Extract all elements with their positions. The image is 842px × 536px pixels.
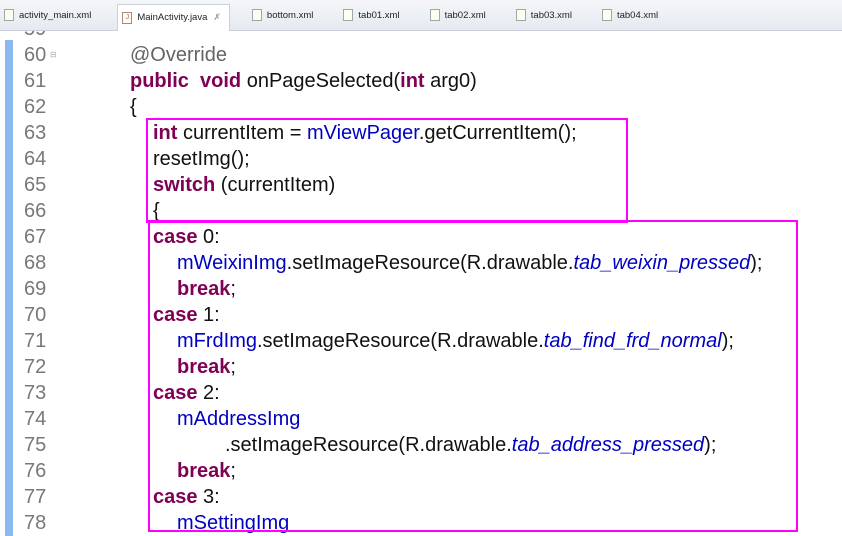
line-number: 73 — [24, 382, 47, 404]
xml-file-icon — [515, 9, 526, 21]
keyword: public — [130, 70, 189, 92]
keyword: void — [200, 70, 242, 92]
line-number: 67 — [24, 226, 47, 248]
line-number: 61 — [24, 70, 47, 92]
tab-tab03-xml[interactable]: tab03.xml — [512, 4, 580, 26]
code-line: 60 ⊟ @Override — [0, 42, 842, 68]
xml-file-icon — [251, 9, 262, 21]
tab-label: tab04.xml — [616, 9, 659, 21]
code-text: @Override — [130, 42, 227, 68]
tab-label: bottom.xml — [266, 9, 314, 21]
highlight-box-switch-cases — [148, 220, 798, 532]
code-line: 61 public void onPageSelected(int arg0) — [0, 68, 842, 94]
fold-icon[interactable]: ⊟ — [50, 42, 57, 68]
gutter-change-bar — [5, 40, 13, 536]
code-line: 62 { — [0, 94, 842, 120]
keyword: int — [400, 70, 425, 92]
line-number: 75 — [24, 434, 47, 456]
line-number: 62 — [24, 96, 47, 118]
line-number: 60 — [24, 44, 47, 66]
code-token: { — [130, 96, 137, 118]
code-text: { — [130, 94, 137, 120]
tab-label: activity_main.xml — [19, 9, 92, 21]
xml-file-icon — [429, 9, 440, 21]
tab-tab01-xml[interactable]: tab01.xml — [339, 4, 407, 26]
tab-label: tab02.xml — [444, 9, 486, 21]
line-number: 63 — [24, 122, 47, 144]
editor-tab-bar: activity_main.xml J MainActivity.java ✗ bott… — [0, 0, 842, 31]
code-editor[interactable]: 78 mSettingImg 77 case 3: 76 break; 75 .setImag… — [0, 16, 842, 536]
highlight-box-reset — [146, 118, 628, 223]
code-token: arg0) — [424, 70, 477, 92]
xml-file-icon — [601, 9, 612, 21]
tab-activity-main-xml[interactable]: activity_main.xml — [0, 4, 99, 26]
java-file-icon: J — [122, 11, 133, 24]
line-number: 70 — [24, 304, 47, 326]
tab-bottom-xml[interactable]: bottom.xml — [248, 4, 321, 26]
xml-file-icon — [4, 9, 14, 21]
line-number: 76 — [24, 460, 47, 482]
close-tab-icon[interactable]: ✗ — [213, 12, 221, 23]
line-number: 69 — [24, 278, 47, 300]
line-number: 74 — [24, 408, 47, 430]
line-number: 68 — [24, 252, 47, 274]
code-token: onPageSelected( — [241, 70, 401, 92]
annotation: @Override — [130, 44, 227, 66]
tab-label: tab03.xml — [530, 9, 572, 21]
line-number: 65 — [24, 174, 47, 196]
tab-tab02-xml[interactable]: tab02.xml — [426, 4, 494, 26]
tab-mainactivity-java[interactable]: J MainActivity.java ✗ — [117, 3, 230, 31]
tab-label: MainActivity.java — [137, 12, 208, 23]
code-text: public void onPageSelected(int arg0) — [130, 68, 477, 94]
line-number: 66 — [24, 200, 47, 222]
tab-tab04-xml[interactable]: tab04.xml — [598, 4, 666, 26]
tab-label: tab01.xml — [358, 9, 400, 21]
xml-file-icon — [343, 9, 354, 21]
line-number: 72 — [24, 356, 47, 378]
line-number: 71 — [24, 330, 47, 352]
line-number: 77 — [24, 486, 47, 508]
line-number: 78 — [24, 512, 47, 534]
line-number: 64 — [24, 148, 47, 170]
